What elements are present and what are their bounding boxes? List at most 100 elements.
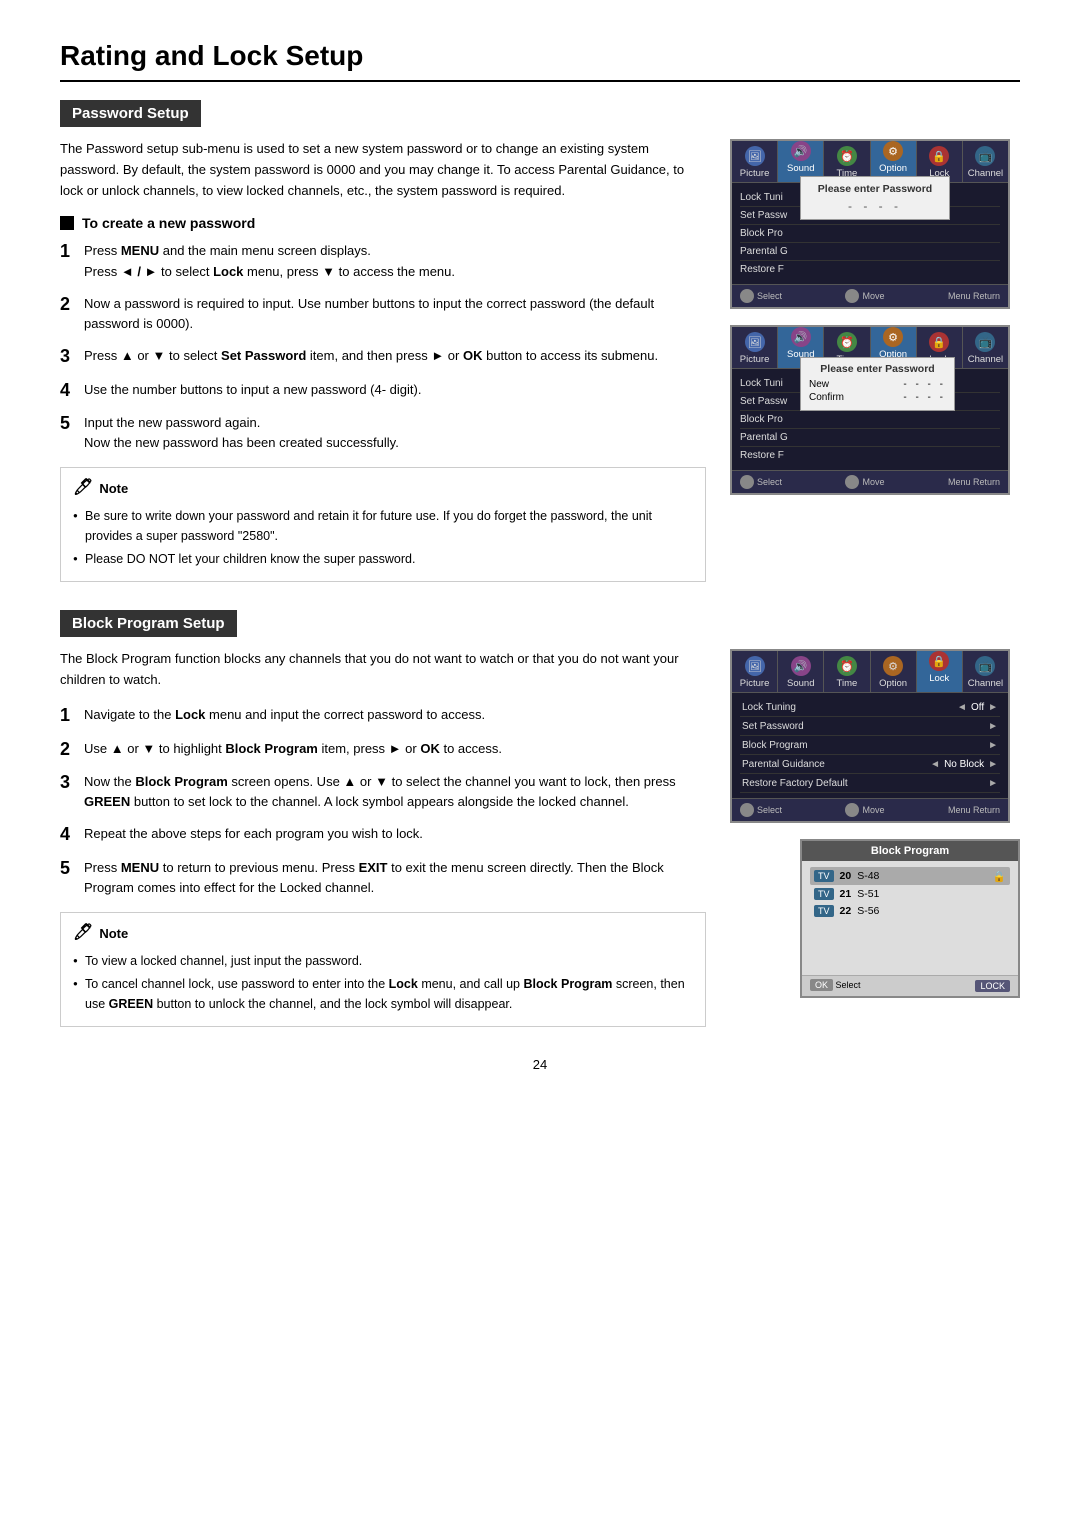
- footer-move-3: Move: [845, 803, 884, 817]
- password-step-4: 4 Use the number buttons to input a new …: [60, 380, 706, 402]
- block-channel-3: TV 22 S-56: [810, 902, 1010, 919]
- tv-menu-bar-3: 🖼 Picture 🔊 Sound ⏰ Time ⚙ Option: [732, 651, 1008, 693]
- block-screens-col: 🖼 Picture 🔊 Sound ⏰ Time ⚙ Option: [730, 649, 1020, 998]
- block-note-box: 🖊 Note To view a locked channel, just in…: [60, 912, 706, 1027]
- block-program-screen: Block Program TV 20 S-48 🔒 TV 21 S-51 T: [800, 839, 1020, 998]
- tv-footer-2: Select Move Menu Return: [732, 470, 1008, 493]
- time-icon-3: ⏰: [837, 656, 857, 676]
- block-program-screen-title: Block Program: [802, 841, 1018, 861]
- channel-icon-2: 📺: [975, 332, 995, 352]
- block-channel-2: TV 21 S-51: [810, 885, 1010, 902]
- tv-row-block-pro-2: Block Pro: [740, 411, 1000, 429]
- time-icon: ⏰: [837, 146, 857, 166]
- block-note-item-1: To view a locked channel, just input the…: [73, 952, 693, 971]
- menu-item-picture-2: 🖼 Picture: [732, 327, 778, 368]
- tv-row-lock-tuni-2: Lock Tuni Please enter Password New - - …: [740, 375, 1000, 393]
- page-number: 24: [60, 1057, 1020, 1072]
- password-setup-text-col: The Password setup sub-menu is used to s…: [60, 139, 706, 582]
- page-title: Rating and Lock Setup: [60, 40, 1020, 82]
- footer-return-3: Menu Return: [948, 803, 1000, 817]
- footer-move-1: Move: [845, 289, 884, 303]
- block-program-body: TV 20 S-48 🔒 TV 21 S-51 TV 22 S-56: [802, 861, 1018, 925]
- block-footer: OK Select LOCK: [802, 975, 1018, 996]
- channel-num-2: 21: [840, 888, 852, 900]
- lock-row-tuning: Lock Tuning ◄ Off ►: [740, 698, 1000, 717]
- password-step-3: 3 Press ▲ or ▼ to select Set Password it…: [60, 346, 706, 368]
- password-setup-intro: The Password setup sub-menu is used to s…: [60, 139, 706, 201]
- lock-icon-2: 🔒: [929, 332, 949, 352]
- footer-select-2: Select: [740, 475, 782, 489]
- time-icon-2: ⏰: [837, 332, 857, 352]
- lock-icon: 🔒: [929, 146, 949, 166]
- menu-item-lock-3: 🔒 Lock: [917, 651, 963, 692]
- tv-row-lock-tuni: Lock Tuni Please enter Password - - - -: [740, 189, 1000, 207]
- footer-return-1: Menu Return: [948, 289, 1000, 303]
- pw-dialog-title-1: Please enter Password: [811, 183, 939, 195]
- lock-row-restore: Restore Factory Default ►: [740, 774, 1000, 793]
- menu-item-picture-3: 🖼 Picture: [732, 651, 778, 692]
- tv-footer-1: Select Move Menu Return: [732, 284, 1008, 307]
- password-note-title: 🖊 Note: [73, 476, 693, 501]
- tv-body-1: Lock Tuni Please enter Password - - - - …: [732, 183, 1008, 284]
- option-icon-2: ⚙: [883, 327, 903, 347]
- pw-new-dots: - - - -: [903, 379, 946, 390]
- pw-dialog-title-2: Please enter Password: [809, 363, 946, 375]
- channel-name-1: S-48: [857, 870, 879, 882]
- sound-icon-2: 🔊: [791, 327, 811, 347]
- block-note-item-2: To cancel channel lock, use password to …: [73, 975, 693, 1014]
- picture-icon-2: 🖼: [745, 332, 765, 352]
- lock-icon-3: 🔒: [929, 651, 949, 671]
- channel-name-3: S-56: [857, 905, 879, 917]
- block-footer-lock: LOCK: [975, 980, 1010, 992]
- menu-item-option-3: ⚙ Option: [871, 651, 917, 692]
- tv-screen-2: 🖼 Picture 🔊 Sound ⏰ Time ⚙ Option: [730, 325, 1010, 495]
- footer-select-3: Select: [740, 803, 782, 817]
- password-setup-header: Password Setup: [60, 100, 201, 127]
- channel-num-1: 20: [840, 870, 852, 882]
- block-program-steps-list: 1 Navigate to the Lock menu and input th…: [60, 705, 706, 898]
- block-step-5: 5 Press MENU to return to previous menu.…: [60, 858, 706, 898]
- block-program-header: Block Program Setup: [60, 610, 237, 637]
- picture-icon: 🖼: [745, 146, 765, 166]
- tv-row-restore: Restore F: [740, 261, 1000, 278]
- password-note-box: 🖊 Note Be sure to write down your passwo…: [60, 467, 706, 582]
- block-program-section: Block Program Setup The Block Program fu…: [60, 610, 1020, 1027]
- lock-row-block-program: Block Program ►: [740, 736, 1000, 755]
- footer-move-2: Move: [845, 475, 884, 489]
- menu-item-channel-2: 📺 Channel: [963, 327, 1008, 368]
- password-steps-list: 1 Press MENU and the main menu screen di…: [60, 241, 706, 453]
- password-note-item-2: Please DO NOT let your children know the…: [73, 550, 693, 569]
- tv-badge-2: TV: [814, 888, 834, 900]
- tv-row-parental: Parental G: [740, 243, 1000, 261]
- tv-screen-3: 🖼 Picture 🔊 Sound ⏰ Time ⚙ Option: [730, 649, 1010, 823]
- tv-row-restore-2: Restore F: [740, 447, 1000, 464]
- lock-row-parental-guidance: Parental Guidance ◄ No Block ►: [740, 755, 1000, 774]
- password-sub-heading: To create a new password: [60, 215, 706, 231]
- menu-item-time-3: ⏰ Time: [824, 651, 870, 692]
- password-setup-section: Password Setup The Password setup sub-me…: [60, 100, 1020, 582]
- block-channel-1: TV 20 S-48 🔒: [810, 867, 1010, 885]
- block-step-1: 1 Navigate to the Lock menu and input th…: [60, 705, 706, 727]
- note-icon: 🖊: [73, 476, 93, 501]
- tv-footer-3: Select Move Menu Return: [732, 798, 1008, 821]
- channel-icon: 📺: [975, 146, 995, 166]
- password-step-5: 5 Input the new password again. Now the …: [60, 413, 706, 453]
- menu-item-channel: 📺 Channel: [963, 141, 1008, 182]
- option-icon-3: ⚙: [883, 656, 903, 676]
- menu-item-channel-3: 📺 Channel: [963, 651, 1008, 692]
- tv-body-2: Lock Tuni Please enter Password New - - …: [732, 369, 1008, 470]
- note-icon-2: 🖊: [73, 921, 93, 946]
- pw-confirm-dots: - - - -: [903, 392, 946, 403]
- pw-dots-1: - - - -: [811, 199, 939, 213]
- block-step-3: 3 Now the Block Program screen opens. Us…: [60, 772, 706, 812]
- password-screens-col: 🖼 Picture 🔊 Sound ⏰ Time ⚙ Option: [730, 139, 1020, 495]
- block-step-4: 4 Repeat the above steps for each progra…: [60, 824, 706, 846]
- tv-badge-1: TV: [814, 870, 834, 882]
- footer-select-1: Select: [740, 289, 782, 303]
- sound-icon-3: 🔊: [791, 656, 811, 676]
- pw-new-label: New: [809, 379, 829, 390]
- password-step-2: 2 Now a password is required to input. U…: [60, 294, 706, 334]
- block-program-text-col: The Block Program function blocks any ch…: [60, 649, 706, 1027]
- lock-row-set-password: Set Password ►: [740, 717, 1000, 736]
- picture-icon-3: 🖼: [745, 656, 765, 676]
